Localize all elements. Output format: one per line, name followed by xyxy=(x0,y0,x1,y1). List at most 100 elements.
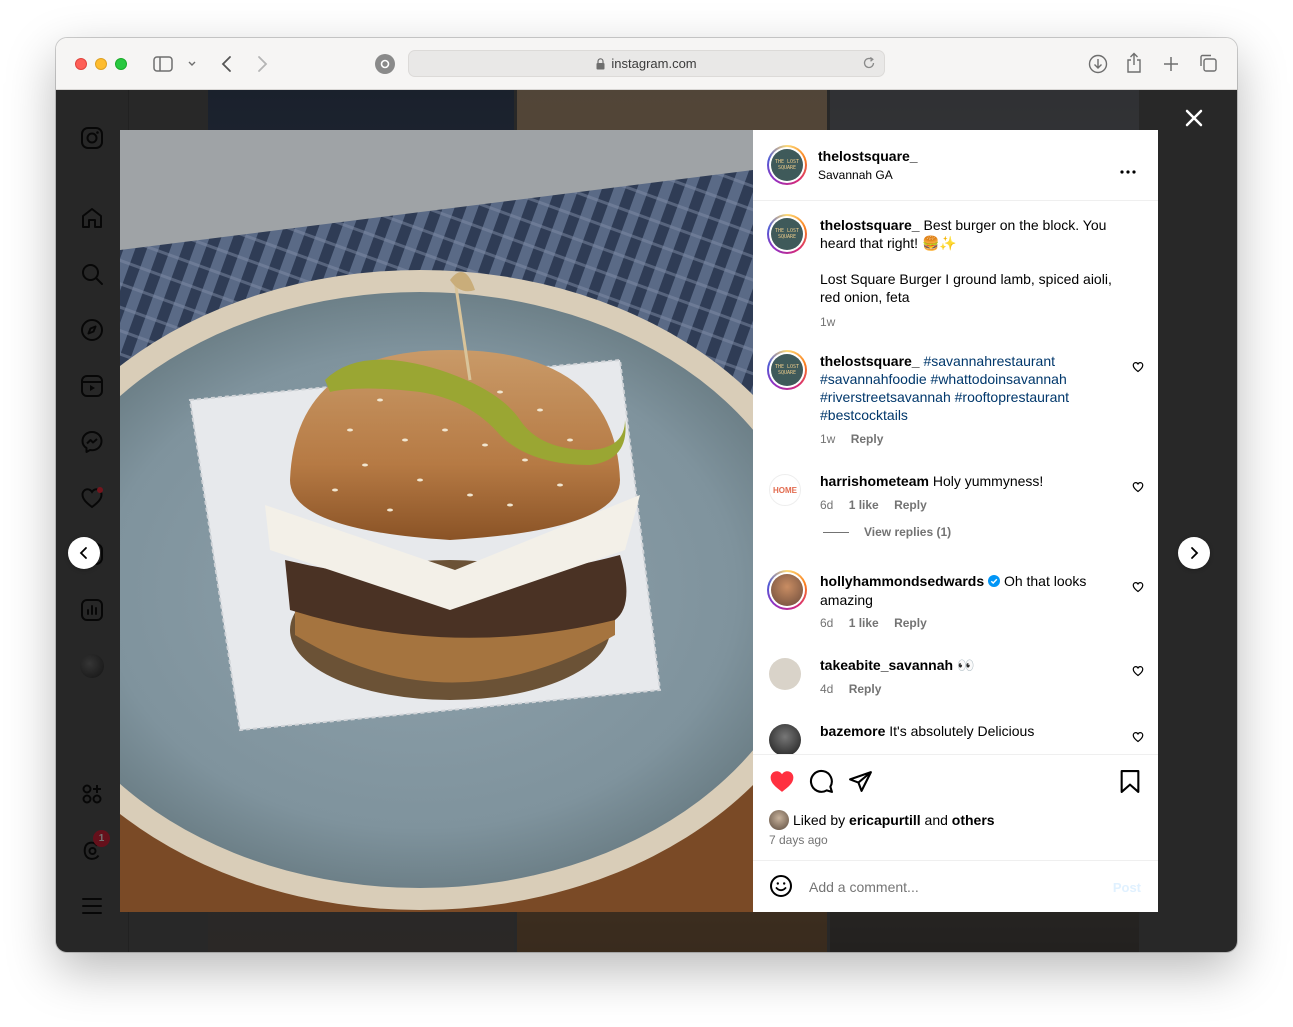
new-tab-icon[interactable] xyxy=(1160,53,1182,75)
comment-meta: 1w Reply xyxy=(820,432,1120,446)
caption-avatar[interactable]: THE LOST SQUARE xyxy=(767,214,807,254)
comment-username[interactable]: takeabite_savannah xyxy=(820,657,953,673)
comment-like-icon[interactable] xyxy=(1132,580,1144,593)
author-avatar[interactable]: THE LOST SQUARE xyxy=(767,145,807,185)
comment-text-block: thelostsquare_ #savannahrestaurant #sava… xyxy=(820,352,1120,424)
comment-text: 👀 xyxy=(956,657,975,673)
comment-item: bazemore It's absolutely Delicious xyxy=(753,720,1158,754)
address-bar[interactable]: instagram.com xyxy=(408,50,885,77)
comment-item: THE LOST SQUARE thelostsquare_ #savannah… xyxy=(753,350,1158,450)
tab-overview-icon[interactable] xyxy=(1197,52,1219,74)
comment-avatar[interactable] xyxy=(769,724,801,754)
comment-text-block: hollyhammondsedwards Oh that looks amazi… xyxy=(820,572,1120,609)
site-favicon-icon xyxy=(375,54,395,74)
caption-text-2: Lost Square Burger I ground lamb, spiced… xyxy=(820,271,1112,305)
back-icon[interactable] xyxy=(218,54,236,74)
caption: THE LOST SQUARE thelostsquare_ Best burg… xyxy=(753,214,1158,334)
share-post-icon[interactable] xyxy=(848,769,873,799)
post-comment-button[interactable]: Post xyxy=(1113,880,1141,895)
comment-like-icon[interactable] xyxy=(1132,360,1144,373)
add-comment-bar: Post xyxy=(753,860,1158,912)
caption-username[interactable]: thelostsquare_ xyxy=(820,217,920,233)
browser-window: instagram.com THE LOST SQUARE thelostsqu… xyxy=(56,38,1237,952)
minimize-window-button[interactable] xyxy=(95,58,107,70)
comment-likes[interactable]: 1 like xyxy=(849,498,879,512)
post-date[interactable]: 7 days ago xyxy=(769,833,828,847)
comment-username[interactable]: thelostsquare_ xyxy=(820,353,920,369)
comment-username[interactable]: bazemore xyxy=(820,723,885,739)
previous-post-button[interactable] xyxy=(68,537,100,569)
comment-text-block: takeabite_savannah 👀 xyxy=(820,656,1120,674)
comment-item: HOME harrishometeam Holy yummyness! 6d 1… xyxy=(753,470,1158,560)
lock-icon xyxy=(596,57,605,70)
post-detail-panel: THE LOST SQUARE thelostsquare_ Savannah … xyxy=(753,130,1158,912)
author-username[interactable]: thelostsquare_ xyxy=(818,148,918,164)
comment-text: It's absolutely Delicious xyxy=(889,723,1035,739)
comment-avatar[interactable]: THE LOST SQUARE xyxy=(767,350,807,390)
downloads-icon[interactable] xyxy=(1087,53,1109,75)
comment-item: hollyhammondsedwards Oh that looks amazi… xyxy=(753,570,1158,640)
comment-likes[interactable]: 1 like xyxy=(849,616,879,630)
comment-time: 1w xyxy=(820,432,836,446)
liked-by-prefix: Liked by xyxy=(793,812,846,828)
sidebar-toggle-icon[interactable] xyxy=(152,54,174,74)
liker-username[interactable]: ericapurtill xyxy=(849,811,921,829)
comment-avatar[interactable] xyxy=(769,658,801,690)
comment-avatar[interactable]: HOME xyxy=(769,474,801,506)
comment-like-icon[interactable] xyxy=(1132,730,1144,743)
close-modal-icon[interactable] xyxy=(1182,106,1206,130)
reply-button[interactable]: Reply xyxy=(894,498,927,512)
liked-by-others[interactable]: others xyxy=(952,811,995,829)
save-bookmark-icon[interactable] xyxy=(1119,769,1141,799)
instagram-page: 1 xyxy=(56,90,1237,952)
liked-heart-icon[interactable] xyxy=(769,769,795,798)
chevron-down-icon[interactable] xyxy=(186,58,198,70)
comment-text: Holy yummyness! xyxy=(932,473,1044,489)
verified-badge-icon xyxy=(988,573,1001,591)
url-text: instagram.com xyxy=(611,56,697,71)
comment-time: 4d xyxy=(820,682,834,696)
comment-text-block: harrishometeam Holy yummyness! xyxy=(820,472,1120,490)
caption-time: 1w xyxy=(820,315,836,329)
zoom-window-button[interactable] xyxy=(115,58,127,70)
forward-icon[interactable] xyxy=(253,54,271,74)
comment-time: 6d xyxy=(820,616,834,630)
reply-button[interactable]: Reply xyxy=(894,616,927,630)
comments-list[interactable]: THE LOST SQUARE thelostsquare_ Best burg… xyxy=(753,202,1158,754)
emoji-icon[interactable] xyxy=(769,874,793,903)
share-icon[interactable] xyxy=(1123,52,1145,74)
comment-icon[interactable] xyxy=(809,769,834,799)
close-window-button[interactable] xyxy=(75,58,87,70)
liked-by-line: Liked by ericapurtill and others xyxy=(769,810,995,830)
more-options-icon[interactable] xyxy=(1119,162,1137,180)
view-replies-button[interactable]: View replies (1) xyxy=(864,525,951,539)
post-image[interactable] xyxy=(120,130,753,912)
liker-avatar[interactable] xyxy=(769,810,789,830)
comment-avatar[interactable] xyxy=(767,570,807,610)
comment-username[interactable]: hollyhammondsedwards xyxy=(820,573,984,589)
avatar-home-text: HOME xyxy=(773,485,797,495)
comment-like-icon[interactable] xyxy=(1132,664,1144,677)
view-replies-line xyxy=(823,532,849,533)
comment-input[interactable] xyxy=(809,876,1099,898)
post-actions: Liked by ericapurtill and others 7 days … xyxy=(753,754,1158,860)
comment-text-block: bazemore It's absolutely Delicious xyxy=(820,722,1120,740)
next-post-button[interactable] xyxy=(1178,537,1210,569)
post-header: THE LOST SQUARE thelostsquare_ Savannah … xyxy=(753,130,1158,201)
comment-item: takeabite_savannah 👀 4d Reply xyxy=(753,654,1158,704)
liked-by-and: and xyxy=(924,812,948,828)
comment-time: 6d xyxy=(820,498,834,512)
reload-icon[interactable] xyxy=(862,56,876,73)
post-location[interactable]: Savannah GA xyxy=(818,168,893,182)
avatar-logo-text: THE LOST SQUARE xyxy=(771,354,803,386)
caption-text-block: thelostsquare_ Best burger on the block.… xyxy=(820,216,1120,252)
comment-username[interactable]: harrishometeam xyxy=(820,473,929,489)
browser-toolbar: instagram.com xyxy=(56,38,1237,90)
avatar-photo xyxy=(771,574,803,606)
comment-meta: 4d Reply xyxy=(820,682,1120,696)
reply-button[interactable]: Reply xyxy=(851,432,884,446)
reply-button[interactable]: Reply xyxy=(849,682,882,696)
avatar-logo-text: THE LOST SQUARE xyxy=(771,218,803,250)
avatar-logo-text: THE LOST SQUARE xyxy=(771,149,803,181)
comment-like-icon[interactable] xyxy=(1132,480,1144,493)
